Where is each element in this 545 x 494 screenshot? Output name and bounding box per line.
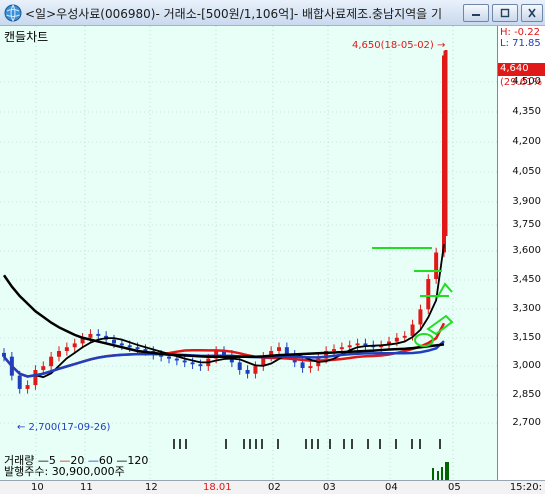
candle-body [198,364,203,367]
candle-body [355,343,360,346]
close-icon [528,8,536,18]
candle-body [17,375,22,389]
candle-body [426,279,431,310]
candle-body [112,339,116,344]
candle-body [410,324,415,336]
candle-body [300,362,305,369]
ma120-line [2,274,445,358]
minimize-button[interactable] [463,4,489,22]
candle-body [418,309,423,325]
candles-group [2,50,446,394]
side-high: H: -0.22 [500,27,540,38]
price-tick: 4,350 [512,106,541,117]
price-tick: 4,500 [512,76,541,87]
close-button[interactable] [521,4,543,22]
candle-body [347,345,352,348]
candle-body [49,356,54,367]
candle-body [167,356,171,359]
date-tick: 18.01 [203,482,232,493]
side-low: L: 71.85 [500,38,541,49]
price-tick: 2,850 [512,389,541,400]
candle-body [332,349,336,352]
candle-body [41,366,46,370]
date-axis: 10 11 12 18.01 02 03 04 05 15:20: [0,480,545,494]
shares-outstanding: 발행주수: 30,900,000주 [4,463,125,479]
candle-body [119,343,124,346]
candle-body [394,337,399,342]
time-label: 15:20: [509,482,542,493]
current-price-box: 4,640 [498,63,545,76]
candle-body [339,347,344,350]
candle-body [88,333,93,338]
app-globe-icon [4,4,22,22]
candle-body [363,343,368,346]
candle-body [434,252,439,280]
ma120-label: 120 [127,454,149,467]
candle-body [127,345,132,348]
price-tick: 3,000 [512,360,541,371]
candle-body [64,347,69,352]
price-tick: 3,450 [512,274,541,285]
window-title: <일>우성사료(006980)- 거래소-[500원/1,106억]- 배합사료… [25,7,443,21]
candle-body [253,366,258,374]
price-grid [0,26,497,480]
candle-body [72,343,77,348]
candle-body [96,333,101,336]
candle-body [2,352,6,357]
candle-body [308,366,313,369]
date-tick: 05 [448,482,461,493]
candle-chart[interactable] [0,26,497,480]
minimize-icon [472,14,480,16]
moving-averages [2,244,446,379]
candle-body [402,335,407,338]
price-tick: 3,900 [512,196,541,207]
shares-value: 30,900,000주 [51,465,125,478]
price-tick: 3,600 [512,245,541,256]
candle-body [33,369,38,386]
high-annotation: 4,650(18-05-02) → [352,40,446,51]
date-tick: 11 [80,482,93,493]
candle-body [237,362,242,370]
event-markers [173,439,441,449]
date-tick: 02 [268,482,281,493]
date-tick: 04 [385,482,398,493]
shares-label: 발행주수: [4,465,49,478]
title-bar: <일>우성사료(006980)- 거래소-[500원/1,106억]- 배합사료… [0,0,545,26]
candle-body [245,369,250,374]
candle-body [182,360,187,363]
candle-body [277,347,281,352]
candle-body [174,358,179,361]
low-annotation: ← 2,700(17-09-26) [17,422,111,433]
price-tick: 2,700 [512,417,541,428]
candle-chart-canvas[interactable] [0,26,497,480]
restore-button[interactable] [492,4,518,22]
candle-body [190,362,195,365]
price-tick: 3,150 [512,332,541,343]
date-tick: 03 [323,482,336,493]
price-tick: 3,300 [512,303,541,314]
price-tick: 3,750 [512,219,541,230]
restore-icon [500,8,510,18]
price-axis: H: -0.22 L: 71.85 4,640 (29.61% 4,500 4,3… [497,26,545,480]
price-tick: 4,050 [512,166,541,177]
candle-body [25,385,30,389]
candle-body [57,351,61,357]
candle-body [135,347,140,350]
price-tick: 4,200 [512,136,541,147]
date-tick: 12 [145,482,158,493]
chart-type-label: 캔들차트 [4,30,49,44]
date-tick: 10 [31,482,44,493]
